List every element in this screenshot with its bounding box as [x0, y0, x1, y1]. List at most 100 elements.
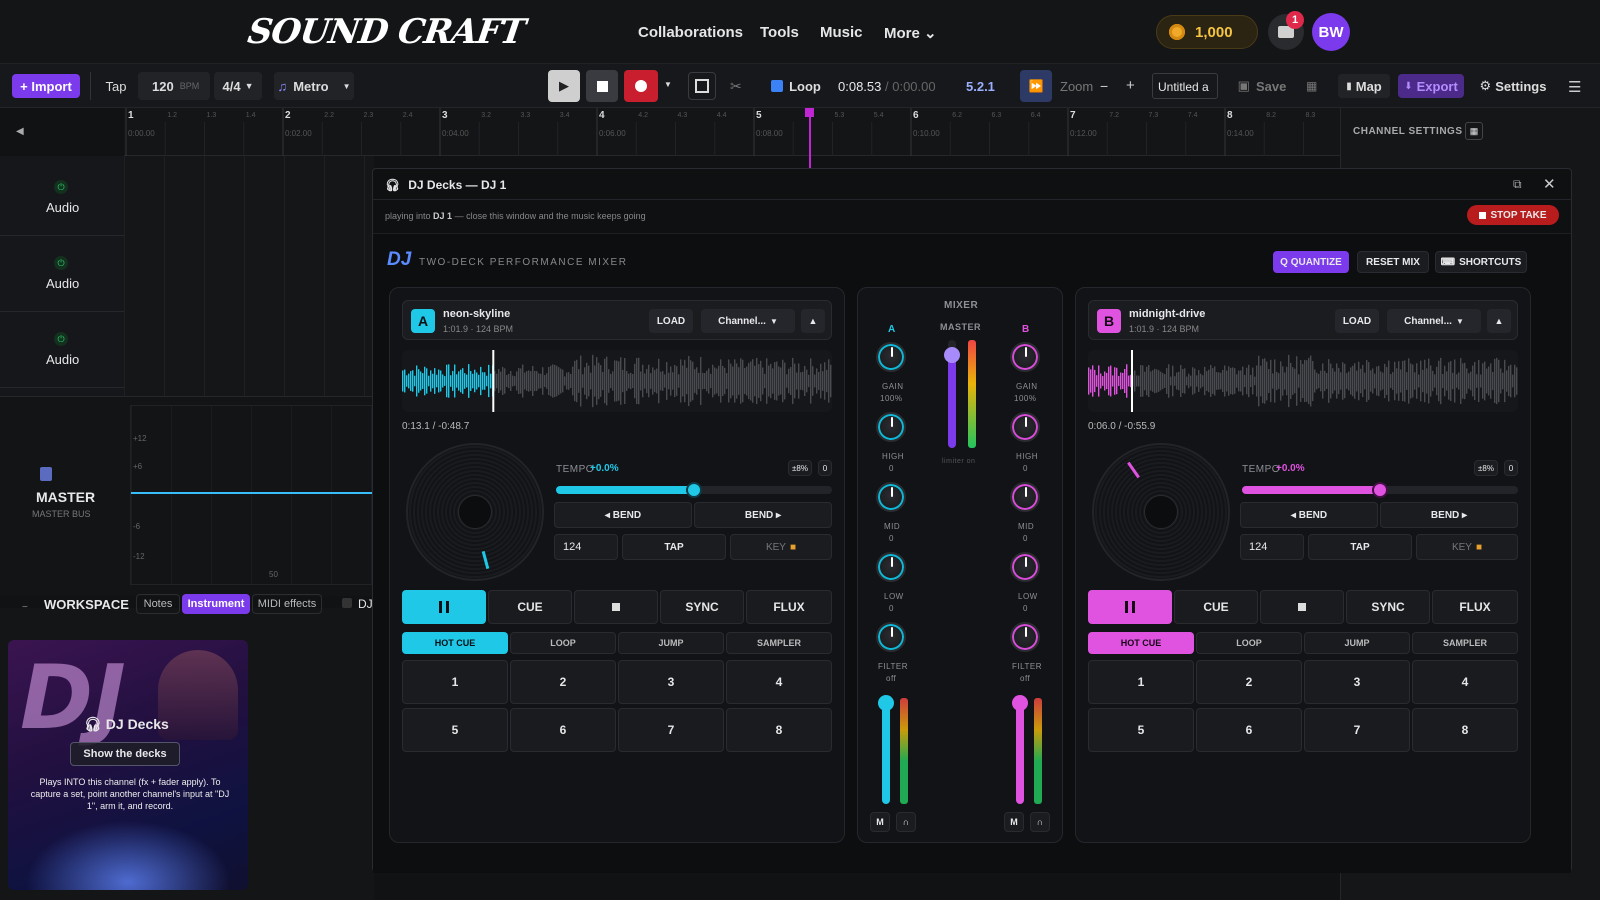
- deck-b-pad[interactable]: 4: [1412, 660, 1518, 704]
- grid-icon[interactable]: ▦: [1465, 122, 1483, 140]
- deck-b-tempo-reset[interactable]: 0: [1504, 460, 1518, 476]
- deck-a-sync-button[interactable]: SYNC: [660, 590, 744, 624]
- nav-collaborations[interactable]: Collaborations: [638, 24, 743, 41]
- reset-mix-button[interactable]: RESET MIX: [1357, 251, 1429, 273]
- deck-a-pad[interactable]: 5: [402, 708, 508, 752]
- map-button[interactable]: ▮ Map: [1338, 74, 1390, 98]
- deck-b-pad[interactable]: 6: [1196, 708, 1302, 752]
- deck-a-pad[interactable]: 1: [402, 660, 508, 704]
- low-knob-b[interactable]: [1010, 552, 1040, 582]
- loop-region-button[interactable]: [688, 72, 716, 100]
- deck-a-pause-button[interactable]: [402, 590, 486, 624]
- popout-icon[interactable]: ⧉: [1513, 177, 1522, 192]
- logo[interactable]: SOUND CRAFT: [245, 12, 527, 52]
- waveform-playhead[interactable]: [492, 350, 495, 412]
- high-knob-a[interactable]: [876, 412, 906, 442]
- deck-a-flux-button[interactable]: FLUX: [746, 590, 832, 624]
- deck-a-pad[interactable]: 3: [618, 660, 724, 704]
- checkbox-icon[interactable]: [342, 598, 352, 608]
- deck-b-pad[interactable]: 2: [1196, 660, 1302, 704]
- deck-a-tempo-slider[interactable]: [556, 482, 832, 498]
- cue-headphones-a[interactable]: ∩: [896, 812, 916, 832]
- show-decks-button[interactable]: Show the decks: [70, 742, 180, 766]
- deck-a-bend-left[interactable]: ◂ BEND: [554, 502, 692, 528]
- deck-a-stop-button[interactable]: [574, 590, 658, 624]
- settings-button[interactable]: ⚙ Settings: [1480, 72, 1547, 100]
- deck-b-pad[interactable]: 1: [1088, 660, 1194, 704]
- record-button[interactable]: [624, 70, 658, 102]
- channel-fader-b[interactable]: [1012, 695, 1028, 804]
- channel-fader-a[interactable]: [878, 695, 894, 804]
- stop-button[interactable]: [586, 70, 618, 102]
- deck-a-mode-jump[interactable]: JUMP: [618, 632, 724, 654]
- automation-line[interactable]: [131, 492, 375, 494]
- track-row[interactable]: ⏻ Audio: [0, 312, 124, 388]
- deck-b-channel-select[interactable]: Channel... ▼: [1387, 309, 1481, 333]
- deck-b-mode-loop[interactable]: LOOP: [1196, 632, 1302, 654]
- deck-b-bend-left[interactable]: ◂ BEND: [1240, 502, 1378, 528]
- deck-b-pad[interactable]: 5: [1088, 708, 1194, 752]
- menu-icon[interactable]: ☰: [1568, 78, 1581, 96]
- quantize-button[interactable]: Q QUANTIZE: [1273, 251, 1349, 273]
- deck-a-pad[interactable]: 7: [618, 708, 724, 752]
- dj-tab[interactable]: DJ: [358, 597, 373, 611]
- deck-b-bend-right[interactable]: BEND ▸: [1380, 502, 1518, 528]
- tab-midi-effects[interactable]: MIDI effects: [252, 594, 322, 614]
- mute-button-a[interactable]: M: [870, 812, 890, 832]
- automation-lane[interactable]: +12 +6 -6 -12 50: [130, 405, 375, 585]
- deck-b-range-button[interactable]: ±8%: [1474, 460, 1498, 476]
- deck-b-flux-button[interactable]: FLUX: [1432, 590, 1518, 624]
- follow-playhead-button[interactable]: ⏩: [1020, 70, 1052, 102]
- deck-b-mode-hotcue[interactable]: HOT CUE: [1088, 632, 1194, 654]
- waveform-playhead[interactable]: [1131, 350, 1133, 412]
- high-knob-b[interactable]: [1010, 412, 1040, 442]
- deck-b-pad[interactable]: 8: [1412, 708, 1518, 752]
- cue-headphones-b[interactable]: ∩: [1030, 812, 1050, 832]
- mid-knob-a[interactable]: [876, 482, 906, 512]
- deck-a-bend-right[interactable]: BEND ▸: [694, 502, 832, 528]
- deck-b-stop-button[interactable]: [1260, 590, 1344, 624]
- deck-b-jog-wheel[interactable]: [1092, 443, 1230, 581]
- gain-knob-b[interactable]: [1010, 342, 1040, 372]
- deck-b-pause-button[interactable]: [1088, 590, 1172, 624]
- fader-thumb[interactable]: [878, 695, 894, 712]
- low-knob-a[interactable]: [876, 552, 906, 582]
- export-button[interactable]: ⬇ Export: [1398, 74, 1464, 98]
- deck-b-pad[interactable]: 7: [1304, 708, 1410, 752]
- deck-a-jog-wheel[interactable]: [406, 443, 544, 581]
- gain-knob-a[interactable]: [876, 342, 906, 372]
- project-name-input[interactable]: Untitled a: [1152, 73, 1218, 99]
- nav-more[interactable]: More ⌄: [884, 24, 937, 42]
- filter-knob-b[interactable]: [1010, 622, 1040, 652]
- tab-instrument[interactable]: Instrument: [182, 594, 250, 614]
- deck-b-mode-sampler[interactable]: SAMPLER: [1412, 632, 1518, 654]
- collapse-icon[interactable]: −: [22, 602, 28, 613]
- shortcuts-button[interactable]: ⌨ SHORTCUTS: [1435, 251, 1527, 273]
- loop-toggle[interactable]: Loop: [766, 72, 826, 100]
- collapse-left-icon[interactable]: ◀: [16, 126, 24, 137]
- deck-a-range-button[interactable]: ±8%: [788, 460, 812, 476]
- scissors-icon[interactable]: ✂: [730, 78, 742, 95]
- deck-b-key-button[interactable]: KEY ■: [1416, 534, 1518, 560]
- deck-a-mode-hotcue[interactable]: HOT CUE: [402, 632, 508, 654]
- save-button[interactable]: ▣ Save: [1234, 72, 1290, 100]
- coin-balance[interactable]: 1,000: [1156, 15, 1258, 49]
- deck-b-cue-button[interactable]: CUE: [1174, 590, 1258, 624]
- power-icon[interactable]: ⏻: [54, 256, 68, 270]
- deck-a-mode-sampler[interactable]: SAMPLER: [726, 632, 832, 654]
- slider-thumb[interactable]: [686, 482, 702, 498]
- bpm-field[interactable]: 120 BPM: [138, 72, 210, 100]
- deck-a-tap-button[interactable]: TAP: [622, 534, 726, 560]
- deck-a-bpm-input[interactable]: 124: [554, 534, 618, 560]
- deck-a-channel-select[interactable]: Channel... ▼: [701, 309, 795, 333]
- nav-music[interactable]: Music: [820, 24, 863, 41]
- deck-a-key-button[interactable]: KEY ■: [730, 534, 832, 560]
- deck-a-load-button[interactable]: LOAD: [649, 309, 693, 333]
- metronome-toggle[interactable]: ♫ Metro ▼: [274, 72, 354, 100]
- deck-b-bpm-input[interactable]: 124: [1240, 534, 1304, 560]
- power-icon[interactable]: ⏻: [54, 332, 68, 346]
- tap-button[interactable]: Tap: [98, 72, 134, 100]
- nav-tools[interactable]: Tools: [760, 24, 799, 41]
- deck-a-pad[interactable]: 2: [510, 660, 616, 704]
- deck-b-mode-jump[interactable]: JUMP: [1304, 632, 1410, 654]
